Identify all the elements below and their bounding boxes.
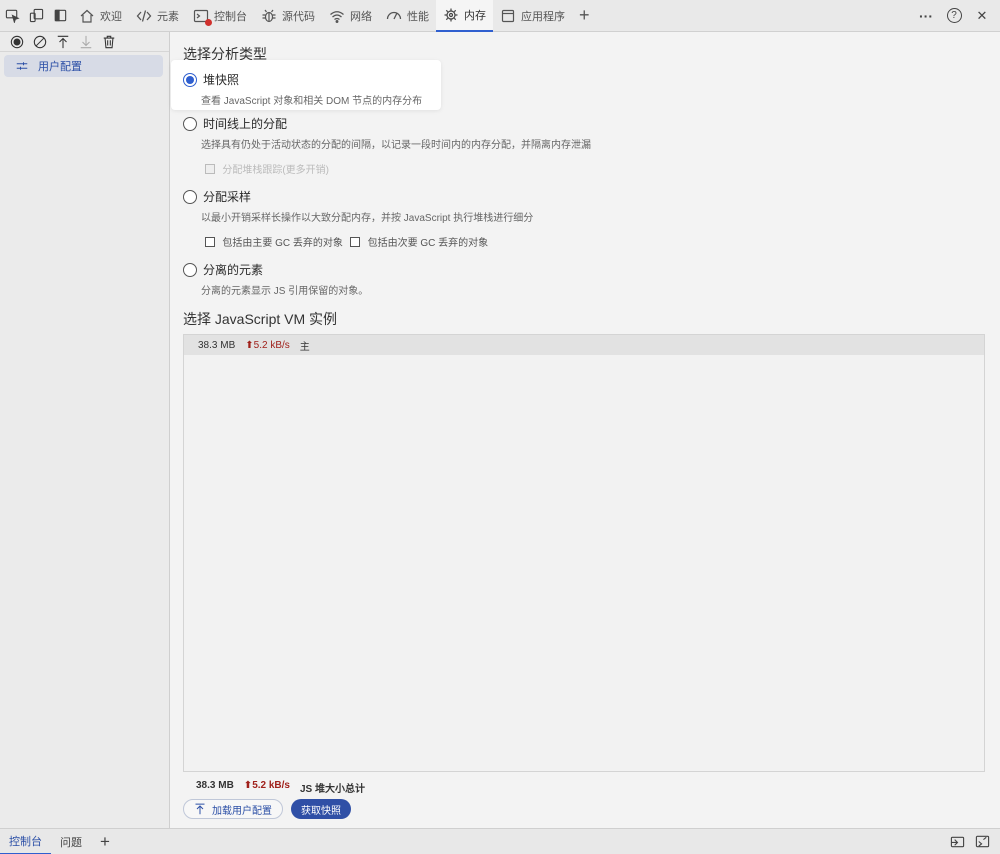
clear-icon[interactable] — [31, 33, 48, 50]
upload-icon — [195, 803, 205, 815]
tab-performance[interactable]: 性能 — [379, 0, 436, 32]
option-desc: 分离的元素显示 JS 引用保留的对象。 — [201, 286, 369, 297]
app-icon — [501, 9, 515, 22]
allocation-sampling-radio[interactable] — [183, 189, 197, 204]
option-label: 时间线上的分配 — [203, 117, 288, 131]
allocation-stack-checkbox — [205, 163, 215, 174]
arrow-up-icon: ⬆ — [245, 339, 254, 351]
checkbox-label: 包括由主要 GC 丢弃的对象 — [222, 238, 343, 250]
sidebar-item-profiles[interactable]: 用户配置 — [4, 55, 163, 77]
load-profile-icon[interactable] — [54, 33, 71, 50]
vm-name: 主 — [299, 341, 310, 353]
tab-application[interactable]: 应用程序 — [493, 0, 572, 32]
plus-icon: + — [579, 5, 590, 25]
option-desc: 选择具有仍处于活动状态的分配的间隔，以记录一段时间内的内存分配，并隔离内存泄漏 — [201, 140, 591, 151]
devtools-toolbar: 欢迎 元素 控制台 源代码 网络 性能 内存 应用程序 + ··· ? ✕ — [0, 0, 1000, 32]
tab-label: 控制台 — [214, 10, 247, 23]
tab-label: 应用程序 — [521, 10, 565, 23]
tab-sources[interactable]: 源代码 — [254, 0, 322, 32]
option-label: 分离的元素 — [203, 263, 264, 277]
memory-panel: 选择分析类型 堆快照 查看 JavaScript 对象和相关 DOM 节点的内存… — [171, 32, 1000, 828]
option-desc: 查看 JavaScript 对象和相关 DOM 节点的内存分布 — [201, 96, 423, 107]
home-icon — [80, 9, 94, 23]
more-options-icon[interactable]: ··· — [914, 2, 938, 30]
gauge-icon — [386, 11, 402, 19]
tab-label: 源代码 — [282, 10, 315, 23]
device-emulation-icon[interactable] — [24, 2, 48, 30]
tab-console[interactable]: 控制台 — [186, 0, 254, 32]
profiles-toolbar — [0, 32, 169, 52]
drawer-toolbar: 控制台 问题 + — [0, 828, 1000, 854]
wifi-icon — [330, 10, 344, 23]
option-heap-snapshot[interactable]: 堆快照 查看 JavaScript 对象和相关 DOM 节点的内存分布 — [183, 71, 422, 107]
total-heap-size: 38.3 MB — [196, 780, 234, 791]
inspect-icon[interactable] — [0, 2, 24, 30]
dock-drawer-icon[interactable] — [950, 834, 965, 849]
checkbox-label: 包括由次要 GC 丢弃的对象 — [367, 238, 489, 250]
heap-summary: 38.3 MB ⬆5.2 kB/s JS 堆大小总计 — [196, 780, 365, 795]
vm-instance-title: 选择 JavaScript VM 实例 — [183, 311, 338, 327]
code-icon — [136, 9, 152, 22]
allocation-timeline-radio[interactable] — [183, 116, 197, 131]
option-desc: 以最小开销采样长操作以大致分配内存，并按 JavaScript 执行堆栈进行细分 — [201, 213, 534, 224]
chip-icon — [444, 8, 458, 21]
tab-network[interactable]: 网络 — [322, 0, 379, 32]
vm-rate: 5.2 kB/s — [253, 339, 290, 351]
tab-elements[interactable]: 元素 — [129, 0, 186, 32]
drawer-tab-console[interactable]: 控制台 — [0, 829, 51, 854]
arrow-up-icon: ⬆ — [243, 780, 253, 791]
option-allocation-sampling[interactable]: 分配采样 以最小开销采样长操作以大致分配内存，并按 JavaScript 执行堆… — [183, 188, 533, 249]
option-label: 堆快照 — [203, 73, 240, 87]
major-gc-checkbox[interactable] — [205, 236, 215, 247]
tab-label: 性能 — [407, 10, 429, 23]
tab-label: 欢迎 — [100, 10, 122, 23]
error-badge — [205, 18, 212, 26]
total-heap-label: JS 堆大小总计 — [300, 784, 366, 795]
tab-label: 网络 — [350, 10, 372, 23]
collapse-drawer-icon[interactable] — [975, 834, 990, 849]
profiles-sidebar: 用户配置 — [0, 32, 170, 828]
trash-icon[interactable] — [100, 33, 117, 50]
option-label: 分配采样 — [203, 190, 252, 204]
vm-instance-row[interactable]: 38.3 MB ⬆5.2 kB/s 主 — [184, 335, 984, 355]
sidebar-item-label: 用户配置 — [38, 61, 82, 73]
tab-label: 内存 — [464, 9, 486, 22]
checkbox-label: 分配堆栈跟踪(更多开销) — [222, 165, 330, 177]
drawer-tab-issues[interactable]: 问题 — [51, 829, 91, 854]
vm-heap-size: 38.3 MB — [198, 339, 236, 351]
settings-sliders-icon — [16, 62, 28, 70]
tab-welcome[interactable]: 欢迎 — [72, 0, 129, 32]
help-icon[interactable]: ? — [942, 2, 966, 30]
tab-label: 元素 — [157, 10, 179, 23]
total-rate: 5.2 kB/s — [252, 780, 290, 791]
vm-instance-list: 38.3 MB ⬆5.2 kB/s 主 — [183, 334, 985, 772]
plus-icon: + — [100, 831, 110, 851]
close-icon[interactable]: ✕ — [970, 2, 994, 30]
save-profile-icon — [77, 33, 94, 50]
add-tab-button[interactable]: + — [572, 0, 597, 32]
heap-snapshot-radio[interactable] — [183, 72, 197, 87]
option-detached-elements[interactable]: 分离的元素 分离的元素显示 JS 引用保留的对象。 — [183, 261, 368, 297]
option-allocation-timeline[interactable]: 时间线上的分配 选择具有仍处于活动状态的分配的间隔，以记录一段时间内的内存分配，… — [183, 115, 591, 176]
take-snapshot-button[interactable]: 获取快照 — [291, 799, 351, 819]
detached-elements-radio[interactable] — [183, 262, 197, 277]
sidebar-toggle-icon[interactable] — [48, 2, 72, 30]
minor-gc-checkbox[interactable] — [350, 236, 361, 247]
record-icon[interactable] — [8, 33, 25, 50]
drawer-add-tab-button[interactable]: + — [91, 829, 119, 854]
bug-icon — [262, 9, 276, 22]
load-profile-button[interactable]: 加载用户配置 — [183, 799, 283, 819]
tab-memory[interactable]: 内存 — [436, 0, 493, 32]
